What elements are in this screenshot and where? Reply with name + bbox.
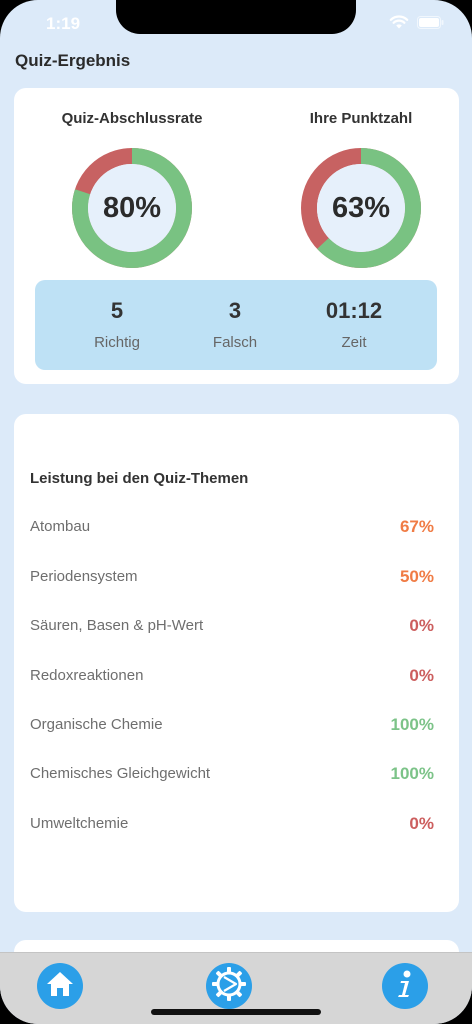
- topic-percentage: 0%: [409, 814, 434, 833]
- status-icons: [389, 15, 444, 30]
- topic-percentage: 0%: [409, 666, 434, 685]
- topic-name: Umweltchemie: [30, 815, 129, 832]
- topic-name: Atombau: [30, 518, 91, 535]
- completion-rate-ring: 80%: [72, 148, 192, 268]
- topic-row: Organische Chemie 100%: [30, 713, 434, 737]
- home-indicator: [151, 1009, 321, 1015]
- summary-card: Quiz-Abschlussrate 80% Ihre Punktzahl 63…: [14, 88, 459, 384]
- phone-screen: 1:19 Quiz-Ergebnis Quiz-Abschlussrate 80…: [0, 0, 472, 1024]
- stat-time-value: 01:12: [325, 298, 383, 323]
- wifi-icon: [389, 15, 409, 30]
- info-icon: [395, 969, 415, 1004]
- topic-row: Atombau 67%: [30, 515, 434, 539]
- stat-correct-label: Richtig: [94, 334, 140, 351]
- stat-time-label: Zeit: [341, 334, 367, 351]
- settings-button[interactable]: [206, 963, 252, 1009]
- topic-row: Redoxreaktionen 0%: [30, 664, 434, 688]
- stat-wrong: 3 Falsch: [175, 298, 295, 351]
- topic-name: Periodensystem: [30, 568, 138, 585]
- score-value: 63%: [331, 192, 391, 224]
- topic-row: Periodensystem 50%: [30, 565, 434, 589]
- gear-icon: [211, 966, 247, 1007]
- stat-correct-value: 5: [110, 298, 124, 323]
- topics-card: Leistung bei den Quiz-Themen Atombau 67%…: [14, 414, 459, 912]
- topic-percentage: 50%: [399, 567, 434, 586]
- stat-time: 01:12 Zeit: [294, 298, 414, 351]
- topic-percentage: 100%: [390, 715, 434, 734]
- stat-correct: 5 Richtig: [57, 298, 177, 351]
- topic-name: Organische Chemie: [30, 716, 163, 733]
- info-button[interactable]: [382, 963, 428, 1009]
- battery-icon: [417, 16, 444, 29]
- completion-rate-value: 80%: [102, 192, 162, 224]
- topics-title: Leistung bei den Quiz-Themen: [30, 470, 249, 487]
- stat-wrong-value: 3: [228, 298, 242, 323]
- home-icon: [45, 970, 75, 1003]
- status-time: 1:19: [46, 14, 81, 33]
- score-title: Ihre Punktzahl: [309, 110, 413, 127]
- page-title: Quiz-Ergebnis: [15, 51, 131, 70]
- completion-rate-title: Quiz-Abschlussrate: [61, 110, 203, 127]
- topic-percentage: 67%: [399, 517, 434, 536]
- stats-panel: 5 Richtig 3 Falsch 01:12 Zeit: [35, 280, 437, 370]
- completion-rate-block: Quiz-Abschlussrate 80%: [32, 108, 232, 268]
- topic-name: Redoxreaktionen: [30, 667, 144, 684]
- topic-name: Chemisches Gleichgewicht: [30, 765, 211, 782]
- home-button[interactable]: [37, 963, 83, 1009]
- topic-percentage: 0%: [409, 616, 434, 635]
- score-ring: 63%: [301, 148, 421, 268]
- topic-percentage: 100%: [390, 764, 434, 783]
- notch: [116, 0, 356, 34]
- topic-row: Umweltchemie 0%: [30, 812, 434, 836]
- stat-wrong-label: Falsch: [212, 334, 258, 351]
- score-block: Ihre Punktzahl 63%: [261, 108, 461, 268]
- topic-name: Säuren, Basen & pH-Wert: [30, 617, 204, 634]
- topic-row: Chemisches Gleichgewicht 100%: [30, 762, 434, 786]
- topic-row: Säuren, Basen & pH-Wert 0%: [30, 614, 434, 638]
